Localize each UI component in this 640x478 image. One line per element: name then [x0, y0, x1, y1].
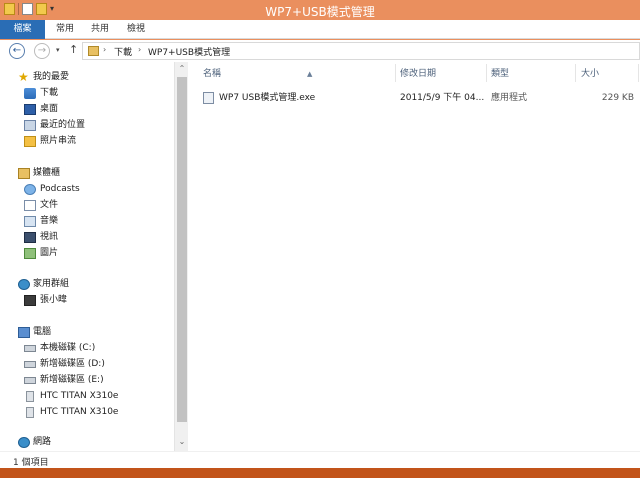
- nav-item-label: 最近的位置: [40, 120, 86, 130]
- column-header-type[interactable]: 類型: [491, 66, 576, 82]
- homegroup-icon: [18, 279, 30, 290]
- nav-item-label: 文件: [40, 200, 59, 210]
- phone-icon: [26, 391, 34, 402]
- file-type: 應用程式: [491, 93, 528, 103]
- recent-locations-dropdown-icon[interactable]: ▾: [56, 46, 60, 54]
- file-size: 229 KB: [601, 93, 634, 103]
- forward-button[interactable]: →: [34, 43, 50, 59]
- file-list-pane: 名稱 ▲ 修改日期 類型 大小 WP7 USB模式管理.exe 2011/5/9…: [189, 62, 640, 451]
- navigation-scrollbar[interactable]: ⌃ ⌄: [174, 62, 188, 451]
- file-date: 2011/5/9 下午 04...: [400, 93, 485, 103]
- column-header-date[interactable]: 修改日期: [400, 66, 485, 82]
- nav-item-label: 桌面: [40, 104, 59, 114]
- nav-item-label: 視訊: [40, 232, 59, 242]
- title-bar: ▾ WP7+USB模式管理: [0, 0, 640, 20]
- nav-item-label: 新增磁碟區 (D:): [40, 359, 105, 369]
- video-icon: [24, 232, 36, 243]
- address-bar[interactable]: › 下載 › WP7+USB模式管理: [82, 42, 640, 60]
- breadcrumb-downloads[interactable]: 下載: [114, 45, 132, 58]
- ribbon-tabs: 檔案 常用 共用 檢視: [0, 20, 640, 39]
- nav-item-label: 照片串流: [40, 136, 77, 146]
- explorer-main: ★ 我的最愛 下載 桌面 最近的位置 照片串流 媒體櫃 Podcasts 文件 …: [0, 62, 640, 451]
- nav-item-label: 本機磁碟 (C:): [40, 343, 96, 353]
- photo-stream-icon: [24, 136, 36, 147]
- user-icon: [24, 295, 36, 306]
- nav-item-label: HTC TITAN X310e: [40, 391, 119, 401]
- pictures-icon: [24, 248, 36, 259]
- tab-home[interactable]: 常用: [53, 20, 77, 39]
- network-icon: [18, 437, 30, 448]
- back-button[interactable]: ←: [9, 43, 25, 59]
- taskbar: [0, 468, 640, 478]
- podcast-icon: [24, 184, 36, 195]
- download-folder-icon: [24, 88, 36, 99]
- nav-item-label: 下載: [40, 88, 59, 98]
- column-divider[interactable]: [395, 64, 396, 82]
- item-count: 1 個項目: [13, 458, 49, 468]
- nav-libraries-label: 媒體櫃: [33, 168, 61, 178]
- music-icon: [24, 216, 36, 227]
- drive-icon: [24, 361, 36, 368]
- column-header-label: 名稱: [203, 69, 222, 79]
- executable-icon: [203, 92, 214, 104]
- tab-share[interactable]: 共用: [88, 20, 112, 39]
- status-bar: 1 個項目: [0, 451, 640, 468]
- nav-item-label: 張小暐: [40, 295, 68, 305]
- desktop-icon: [24, 104, 36, 115]
- scrollbar-thumb[interactable]: [177, 77, 187, 422]
- nav-item-label: 新增磁碟區 (E:): [40, 375, 104, 385]
- computer-icon: [18, 327, 30, 338]
- column-header-name[interactable]: 名稱 ▲: [203, 66, 383, 82]
- phone-icon: [26, 407, 34, 418]
- nav-item-label: HTC TITAN X310e: [40, 407, 119, 417]
- window-title: WP7+USB模式管理: [265, 5, 375, 19]
- chevron-right-icon[interactable]: ›: [103, 45, 106, 54]
- navigation-pane: ★ 我的最愛 下載 桌面 最近的位置 照片串流 媒體櫃 Podcasts 文件 …: [0, 62, 174, 451]
- drive-icon: [24, 345, 36, 352]
- nav-item-label: 音樂: [40, 216, 59, 226]
- recent-places-icon: [24, 120, 36, 131]
- scroll-down-icon[interactable]: ⌄: [175, 435, 189, 449]
- column-header-size[interactable]: 大小: [581, 66, 636, 82]
- nav-favorites-label: 我的最愛: [33, 72, 70, 82]
- library-icon: [18, 168, 30, 179]
- column-divider[interactable]: [638, 64, 639, 82]
- nav-homegroup-label: 家用群組: [33, 279, 70, 289]
- sort-ascending-icon: ▲: [307, 70, 313, 78]
- breadcrumb-current-folder[interactable]: WP7+USB模式管理: [148, 45, 230, 58]
- tab-file[interactable]: 檔案: [0, 20, 45, 39]
- up-arrow-icon[interactable]: ↑: [69, 43, 78, 56]
- document-icon: [24, 200, 36, 211]
- file-row[interactable]: WP7 USB模式管理.exe 2011/5/9 下午 04... 應用程式 2…: [203, 90, 640, 106]
- nav-computer-label: 電腦: [33, 327, 52, 337]
- star-icon: ★: [18, 70, 29, 84]
- drive-icon: [24, 377, 36, 384]
- file-name: WP7 USB模式管理.exe: [219, 93, 316, 103]
- nav-item-label: 圖片: [40, 248, 59, 258]
- nav-network-label: 網路: [33, 437, 52, 447]
- folder-icon: [88, 46, 99, 56]
- chevron-right-icon[interactable]: ›: [138, 45, 141, 54]
- nav-item-label: Podcasts: [40, 184, 80, 194]
- tab-view[interactable]: 檢視: [124, 20, 148, 39]
- column-divider[interactable]: [486, 64, 487, 82]
- scroll-up-icon[interactable]: ⌃: [175, 62, 189, 76]
- navigation-bar: ← → ▾ ↑ › 下載 › WP7+USB模式管理: [0, 40, 640, 62]
- column-divider[interactable]: [575, 64, 576, 82]
